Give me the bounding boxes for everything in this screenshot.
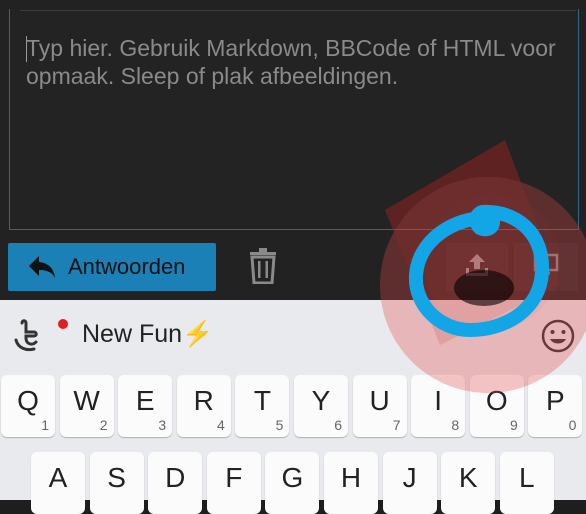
key-t[interactable]: T5 bbox=[235, 375, 290, 437]
key-i[interactable]: I8 bbox=[411, 375, 466, 437]
key-w[interactable]: W2 bbox=[59, 375, 114, 437]
key-letter: G bbox=[281, 462, 304, 493]
key-a[interactable]: A bbox=[31, 452, 85, 514]
key-g[interactable]: G bbox=[265, 452, 320, 514]
key-letter: I bbox=[434, 385, 443, 416]
key-number-hint: 0 bbox=[568, 417, 577, 433]
key-letter: Q bbox=[17, 385, 39, 416]
preview-toggle-button[interactable] bbox=[514, 243, 578, 291]
key-letter: P bbox=[546, 385, 565, 416]
key-letter: E bbox=[135, 385, 155, 416]
reply-composer: Typ hier. Gebruik Markdown, BBCode of HT… bbox=[0, 0, 586, 300]
key-j[interactable]: J bbox=[382, 452, 437, 514]
keyboard-logo-icon[interactable] bbox=[12, 318, 46, 352]
key-k[interactable]: K bbox=[441, 452, 496, 514]
suggestion-text: New Fun bbox=[82, 320, 183, 348]
key-letter: H bbox=[340, 462, 362, 493]
key-number-hint: 9 bbox=[510, 417, 518, 433]
key-l[interactable]: L bbox=[499, 452, 554, 514]
key-number-hint: 3 bbox=[158, 417, 167, 433]
key-number-hint: 5 bbox=[275, 417, 284, 433]
emoji-icon[interactable] bbox=[540, 318, 576, 354]
suggestion-item[interactable]: New Fun⚡ bbox=[82, 320, 213, 349]
trash-icon bbox=[248, 247, 278, 289]
upload-button[interactable] bbox=[446, 243, 508, 291]
upload-icon bbox=[464, 252, 490, 283]
key-y[interactable]: Y6 bbox=[294, 375, 348, 437]
key-letter: D bbox=[165, 462, 186, 493]
text-cursor bbox=[26, 36, 27, 62]
key-s[interactable]: S bbox=[89, 452, 144, 514]
key-letter: R bbox=[193, 385, 214, 416]
key-letter: U bbox=[369, 385, 390, 416]
key-number-hint: 1 bbox=[41, 417, 49, 433]
key-number-hint: 2 bbox=[99, 417, 108, 433]
key-u[interactable]: U7 bbox=[352, 375, 407, 437]
reply-arrow-icon bbox=[26, 251, 58, 283]
key-d[interactable]: D bbox=[148, 452, 203, 514]
key-letter: O bbox=[485, 385, 508, 416]
key-letter: A bbox=[48, 462, 68, 493]
lightning-icon: ⚡ bbox=[182, 320, 214, 348]
key-h[interactable]: H bbox=[324, 452, 378, 514]
key-letter: K bbox=[458, 462, 478, 493]
monitor-icon bbox=[533, 253, 559, 282]
key-e[interactable]: E3 bbox=[118, 375, 173, 437]
key-letter: T bbox=[253, 385, 271, 416]
notification-dot bbox=[58, 319, 68, 329]
key-letter: S bbox=[107, 462, 126, 493]
key-r[interactable]: R4 bbox=[176, 375, 231, 437]
key-number-hint: 6 bbox=[334, 417, 342, 433]
key-o[interactable]: O9 bbox=[469, 375, 524, 437]
key-number-hint: 7 bbox=[392, 417, 401, 433]
key-p[interactable]: P0 bbox=[528, 375, 583, 437]
key-f[interactable]: F bbox=[206, 452, 261, 514]
key-letter: Y bbox=[311, 385, 331, 416]
key-letter: L bbox=[519, 462, 535, 493]
editor-divider bbox=[20, 10, 576, 11]
editor-placeholder[interactable]: Typ hier. Gebruik Markdown, BBCode of HT… bbox=[26, 34, 556, 90]
key-letter: J bbox=[402, 462, 417, 493]
reply-button[interactable]: Antwoorden bbox=[8, 243, 216, 291]
suggestion-bar: New Fun⚡ bbox=[0, 300, 586, 370]
discard-button[interactable] bbox=[242, 247, 284, 289]
on-screen-keyboard: New Fun⚡ Q1W2E3R4T5Y6U7I8O9P0ASDFGHJKL bbox=[0, 300, 586, 514]
key-q[interactable]: Q1 bbox=[1, 375, 55, 437]
reply-button-label: Antwoorden bbox=[68, 254, 186, 279]
key-number-hint: 4 bbox=[217, 417, 225, 433]
key-letter: W bbox=[73, 385, 100, 416]
key-letter: F bbox=[225, 462, 243, 493]
key-number-hint: 8 bbox=[451, 417, 460, 433]
